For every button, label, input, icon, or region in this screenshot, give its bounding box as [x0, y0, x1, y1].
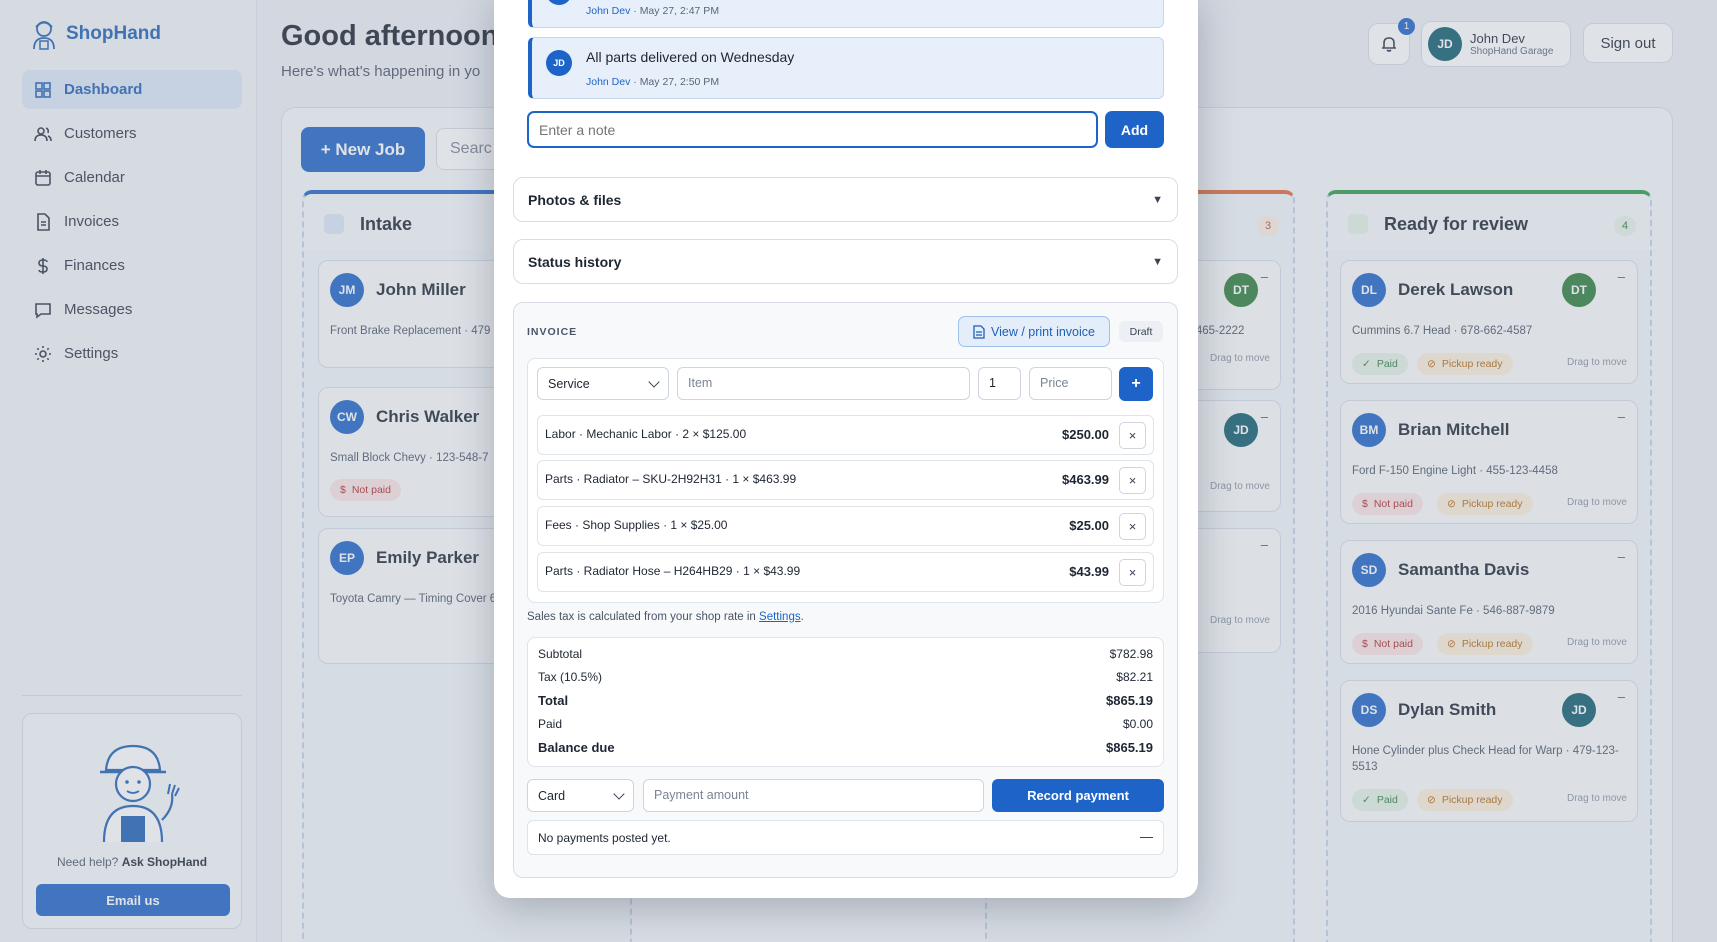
line-description: Parts · Radiator – SKU-2H92H31 · 1 × $46… — [545, 472, 797, 486]
avatar: JD — [546, 0, 572, 5]
line-amount: $250.00 — [1062, 427, 1109, 442]
paid-row: Paid $0.00 — [538, 717, 1153, 731]
note-input[interactable] — [527, 111, 1098, 148]
invoice-line-item: Labor · Mechanic Labor · 2 × $125.00 $25… — [537, 415, 1154, 455]
line-description: Labor · Mechanic Labor · 2 × $125.00 — [545, 427, 747, 441]
remove-line-button[interactable]: × — [1119, 559, 1146, 586]
avatar: JD — [546, 50, 572, 76]
subtotal-row: Subtotal $782.98 — [538, 647, 1153, 661]
remove-line-button[interactable]: × — [1119, 513, 1146, 540]
chevron-down-icon — [648, 375, 660, 388]
add-note-button[interactable]: Add — [1105, 111, 1164, 148]
invoice-title: INVOICE — [527, 326, 578, 338]
tax-note: Sales tax is calculated from your shop r… — [527, 611, 804, 623]
payments-list: No payments posted yet. — — [527, 820, 1164, 855]
caret-down-icon: ▼ — [1152, 256, 1163, 268]
payments-dash: — — [1140, 829, 1153, 844]
remove-line-button[interactable]: × — [1119, 467, 1146, 494]
line-amount: $463.99 — [1062, 472, 1109, 487]
invoice-totals: Subtotal $782.98 Tax (10.5%) $82.21 Total $… — [527, 637, 1164, 767]
line-amount: $43.99 — [1069, 564, 1109, 579]
section-title: Status history — [528, 254, 622, 270]
line-type-select[interactable]: Service — [537, 367, 669, 400]
settings-link[interactable]: Settings — [759, 611, 801, 623]
invoice-status-badge: Draft — [1119, 321, 1163, 342]
invoice-line-item: Parts · Radiator – SKU-2H92H31 · 1 × $46… — [537, 460, 1154, 500]
tax-row: Tax (10.5%) $82.21 — [538, 670, 1153, 684]
payment-method-select[interactable]: Card — [527, 779, 634, 812]
quantity-input[interactable]: 1 — [978, 367, 1021, 400]
note-item: JD John Dev · May 27, 2:47 PM — [528, 0, 1164, 28]
remove-line-button[interactable]: × — [1119, 422, 1146, 449]
caret-down-icon: ▼ — [1152, 194, 1163, 206]
invoice-line-item: Fees · Shop Supplies · 1 × $25.00 $25.00… — [537, 506, 1154, 546]
status-history-section[interactable]: Status history ▼ — [513, 239, 1178, 284]
payments-empty-text: No payments posted yet. — [538, 831, 671, 845]
item-input[interactable]: Item — [677, 367, 970, 400]
record-payment-button[interactable]: Record payment — [992, 779, 1164, 812]
price-input[interactable]: Price — [1029, 367, 1112, 400]
note-meta: John Dev · May 27, 2:47 PM — [586, 5, 720, 17]
note-item: JD All parts delivered on Wednesday John… — [528, 37, 1164, 99]
section-title: Photos & files — [528, 192, 622, 208]
photos-files-section[interactable]: Photos & files ▼ — [513, 177, 1178, 222]
note-meta: John Dev · May 27, 2:50 PM — [586, 76, 720, 88]
total-row: Total $865.19 — [538, 693, 1153, 708]
balance-due-row: Balance due $865.19 — [538, 740, 1153, 755]
document-icon — [973, 324, 985, 339]
line-description: Parts · Radiator Hose – H264HB29 · 1 × $… — [545, 564, 801, 578]
payment-amount-input[interactable]: Payment amount — [643, 779, 984, 812]
line-description: Fees · Shop Supplies · 1 × $25.00 — [545, 518, 728, 532]
chevron-down-icon — [613, 787, 625, 800]
add-line-item-button[interactable]: + — [1119, 367, 1153, 401]
note-text: All parts delivered on Wednesday — [586, 49, 795, 65]
invoice-line-item: Parts · Radiator Hose – H264HB29 · 1 × $… — [537, 552, 1154, 592]
line-amount: $25.00 — [1069, 518, 1109, 533]
view-print-invoice-button[interactable]: View / print invoice — [958, 316, 1110, 347]
